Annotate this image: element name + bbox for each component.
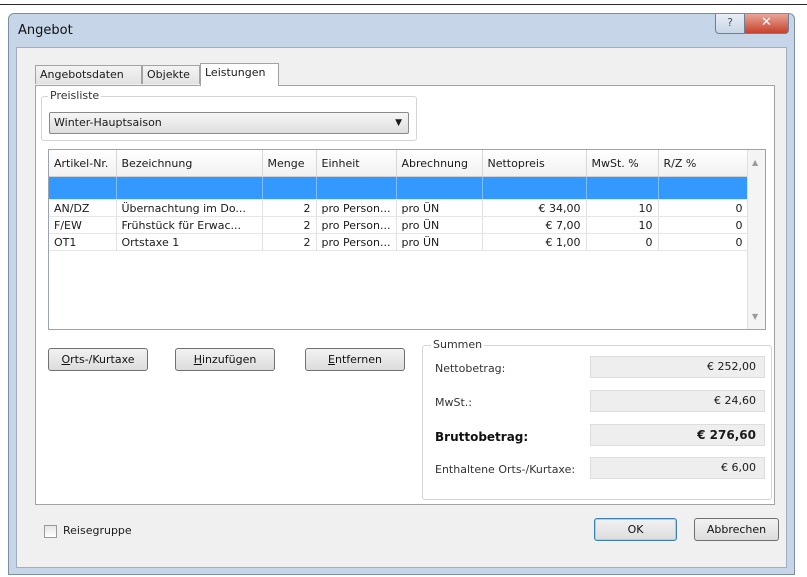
reisegruppe-checkbox[interactable] [44,525,57,538]
entfernen-button[interactable]: Entfernen [305,348,405,371]
orts-kurtaxe-sum-value: € 6,00 [590,457,765,479]
table-cell[interactable]: 0 [658,233,749,251]
table-cell[interactable]: pro ÜN [396,199,483,217]
leistungen-grid[interactable]: Artikel-Nr. Bezeichnung Menge Einheit Ab… [48,149,766,330]
help-icon: ? [727,16,733,29]
new-entry-row[interactable] [49,176,749,200]
dialog-window: Angebot ? ✕ Angebotsdaten Objekte Leistu… [8,13,795,575]
mwst-value: € 24,60 [590,390,765,412]
preisliste-group: Preisliste Winter-Hauptsaison ▼ [41,89,417,141]
table-cell[interactable] [116,176,263,200]
column-header-bezeichnung[interactable]: Bezeichnung [116,150,263,177]
close-button[interactable]: ✕ [744,14,789,34]
hinzufuegen-button[interactable]: Hinzufügen [175,348,275,371]
column-header-artikel-nr[interactable]: Artikel-Nr. [49,150,117,177]
table-cell[interactable]: € 7,00 [482,216,587,234]
table-cell[interactable] [658,176,749,200]
table-cell[interactable]: pro ÜN [396,216,483,234]
column-header-mwst[interactable]: MwSt. % [586,150,659,177]
table-cell[interactable]: 10 [586,199,659,217]
table-cell[interactable]: pro Person... [316,233,397,251]
scroll-up-icon[interactable]: ▲ [752,158,758,167]
table-cell[interactable]: F/EW [49,216,117,234]
summen-label: Summen [431,338,485,351]
bruttobetrag-value: € 276,60 [590,424,765,446]
column-header-rz[interactable]: R/Z % [658,150,749,177]
orts-kurtaxe-mnemonic: O [61,353,71,366]
title-bar[interactable]: Angebot ? ✕ [9,14,794,48]
table-cell[interactable]: 10 [586,216,659,234]
tab-objekte[interactable]: Objekte [142,65,200,84]
column-header-menge[interactable]: Menge [262,150,317,177]
tab-angebotsdaten[interactable]: Angebotsdaten [35,65,142,84]
hinzufuegen-mnemonic: H [193,353,202,366]
table-cell[interactable]: Ortstaxe 1 [116,233,263,251]
dialog-client-area: Angebotsdaten Objekte Leistungen Preisli… [16,47,787,568]
orts-kurtaxe-sum-label: Enthaltene Orts-/Kurtaxe: [435,463,576,476]
leistungen-table: Artikel-Nr. Bezeichnung Menge Einheit Ab… [49,150,749,251]
tab-leistungen[interactable]: Leistungen [200,63,279,86]
abbrechen-button[interactable]: Abbrechen [694,518,779,541]
preisliste-dropdown[interactable]: Winter-Hauptsaison ▼ [49,112,409,134]
column-header-nettopreis[interactable]: Nettopreis [482,150,587,177]
table-row[interactable]: OT1 Ortstaxe 1 2 pro Person... pro ÜN € … [49,233,749,251]
table-cell[interactable] [316,176,397,200]
column-header-einheit[interactable]: Einheit [316,150,397,177]
table-cell[interactable]: OT1 [49,233,117,251]
leistungen-panel: Preisliste Winter-Hauptsaison ▼ Artikel-… [35,85,775,505]
table-cell[interactable]: pro ÜN [396,233,483,251]
table-cell[interactable]: € 1,00 [482,233,587,251]
chevron-down-icon: ▼ [395,118,402,128]
scroll-down-icon[interactable]: ▼ [752,312,758,321]
table-cell[interactable]: pro Person... [316,199,397,217]
window-title: Angebot [18,23,73,38]
table-cell[interactable]: Übernachtung im Do... [116,199,263,217]
bruttobetrag-label: Bruttobetrag: [435,430,529,444]
preisliste-label: Preisliste [48,89,102,102]
table-cell[interactable] [482,176,587,200]
table-cell[interactable] [586,176,659,200]
entfernen-label: ntfernen [334,353,382,366]
summen-group: Summen Nettobetrag: € 252,00 MwSt.: € 24… [422,338,772,500]
table-row[interactable]: F/EW Frühstück für Erwac... 2 pro Person… [49,216,749,234]
nettobetrag-label: Nettobetrag: [435,362,506,375]
orts-kurtaxe-button[interactable]: Orts-/Kurtaxe [48,348,148,371]
table-cell[interactable]: € 34,00 [482,199,587,217]
table-cell[interactable]: 2 [262,216,317,234]
table-cell[interactable] [396,176,483,200]
table-row[interactable]: AN/DZ Übernachtung im Do... 2 pro Person… [49,199,749,217]
table-cell[interactable]: 0 [658,216,749,234]
table-cell[interactable]: 0 [658,199,749,217]
help-button[interactable]: ? [715,14,745,34]
entfernen-mnemonic: E [328,353,335,366]
table-cell[interactable]: pro Person... [316,216,397,234]
grid-vertical-scrollbar[interactable]: ▲ ▼ [747,150,765,329]
ok-button[interactable]: OK [594,518,677,541]
table-cell[interactable]: 2 [262,199,317,217]
nettobetrag-value: € 252,00 [590,356,765,378]
column-header-abrechnung[interactable]: Abrechnung [396,150,483,177]
mwst-label: MwSt.: [435,396,472,409]
top-border-line [0,4,807,5]
close-icon: ✕ [761,15,772,30]
table-cell[interactable] [262,176,317,200]
table-cell[interactable]: 2 [262,233,317,251]
hinzufuegen-label: inzufügen [201,353,257,366]
orts-kurtaxe-label: rts-/Kurtaxe [70,353,135,366]
table-cell[interactable]: Frühstück für Erwac... [116,216,263,234]
grid-header-row: Artikel-Nr. Bezeichnung Menge Einheit Ab… [49,150,749,177]
preisliste-selected-value: Winter-Hauptsaison [54,116,162,129]
table-cell[interactable]: 0 [586,233,659,251]
table-cell[interactable] [49,176,117,200]
reisegruppe-label[interactable]: Reisegruppe [63,524,132,537]
table-cell[interactable]: AN/DZ [49,199,117,217]
